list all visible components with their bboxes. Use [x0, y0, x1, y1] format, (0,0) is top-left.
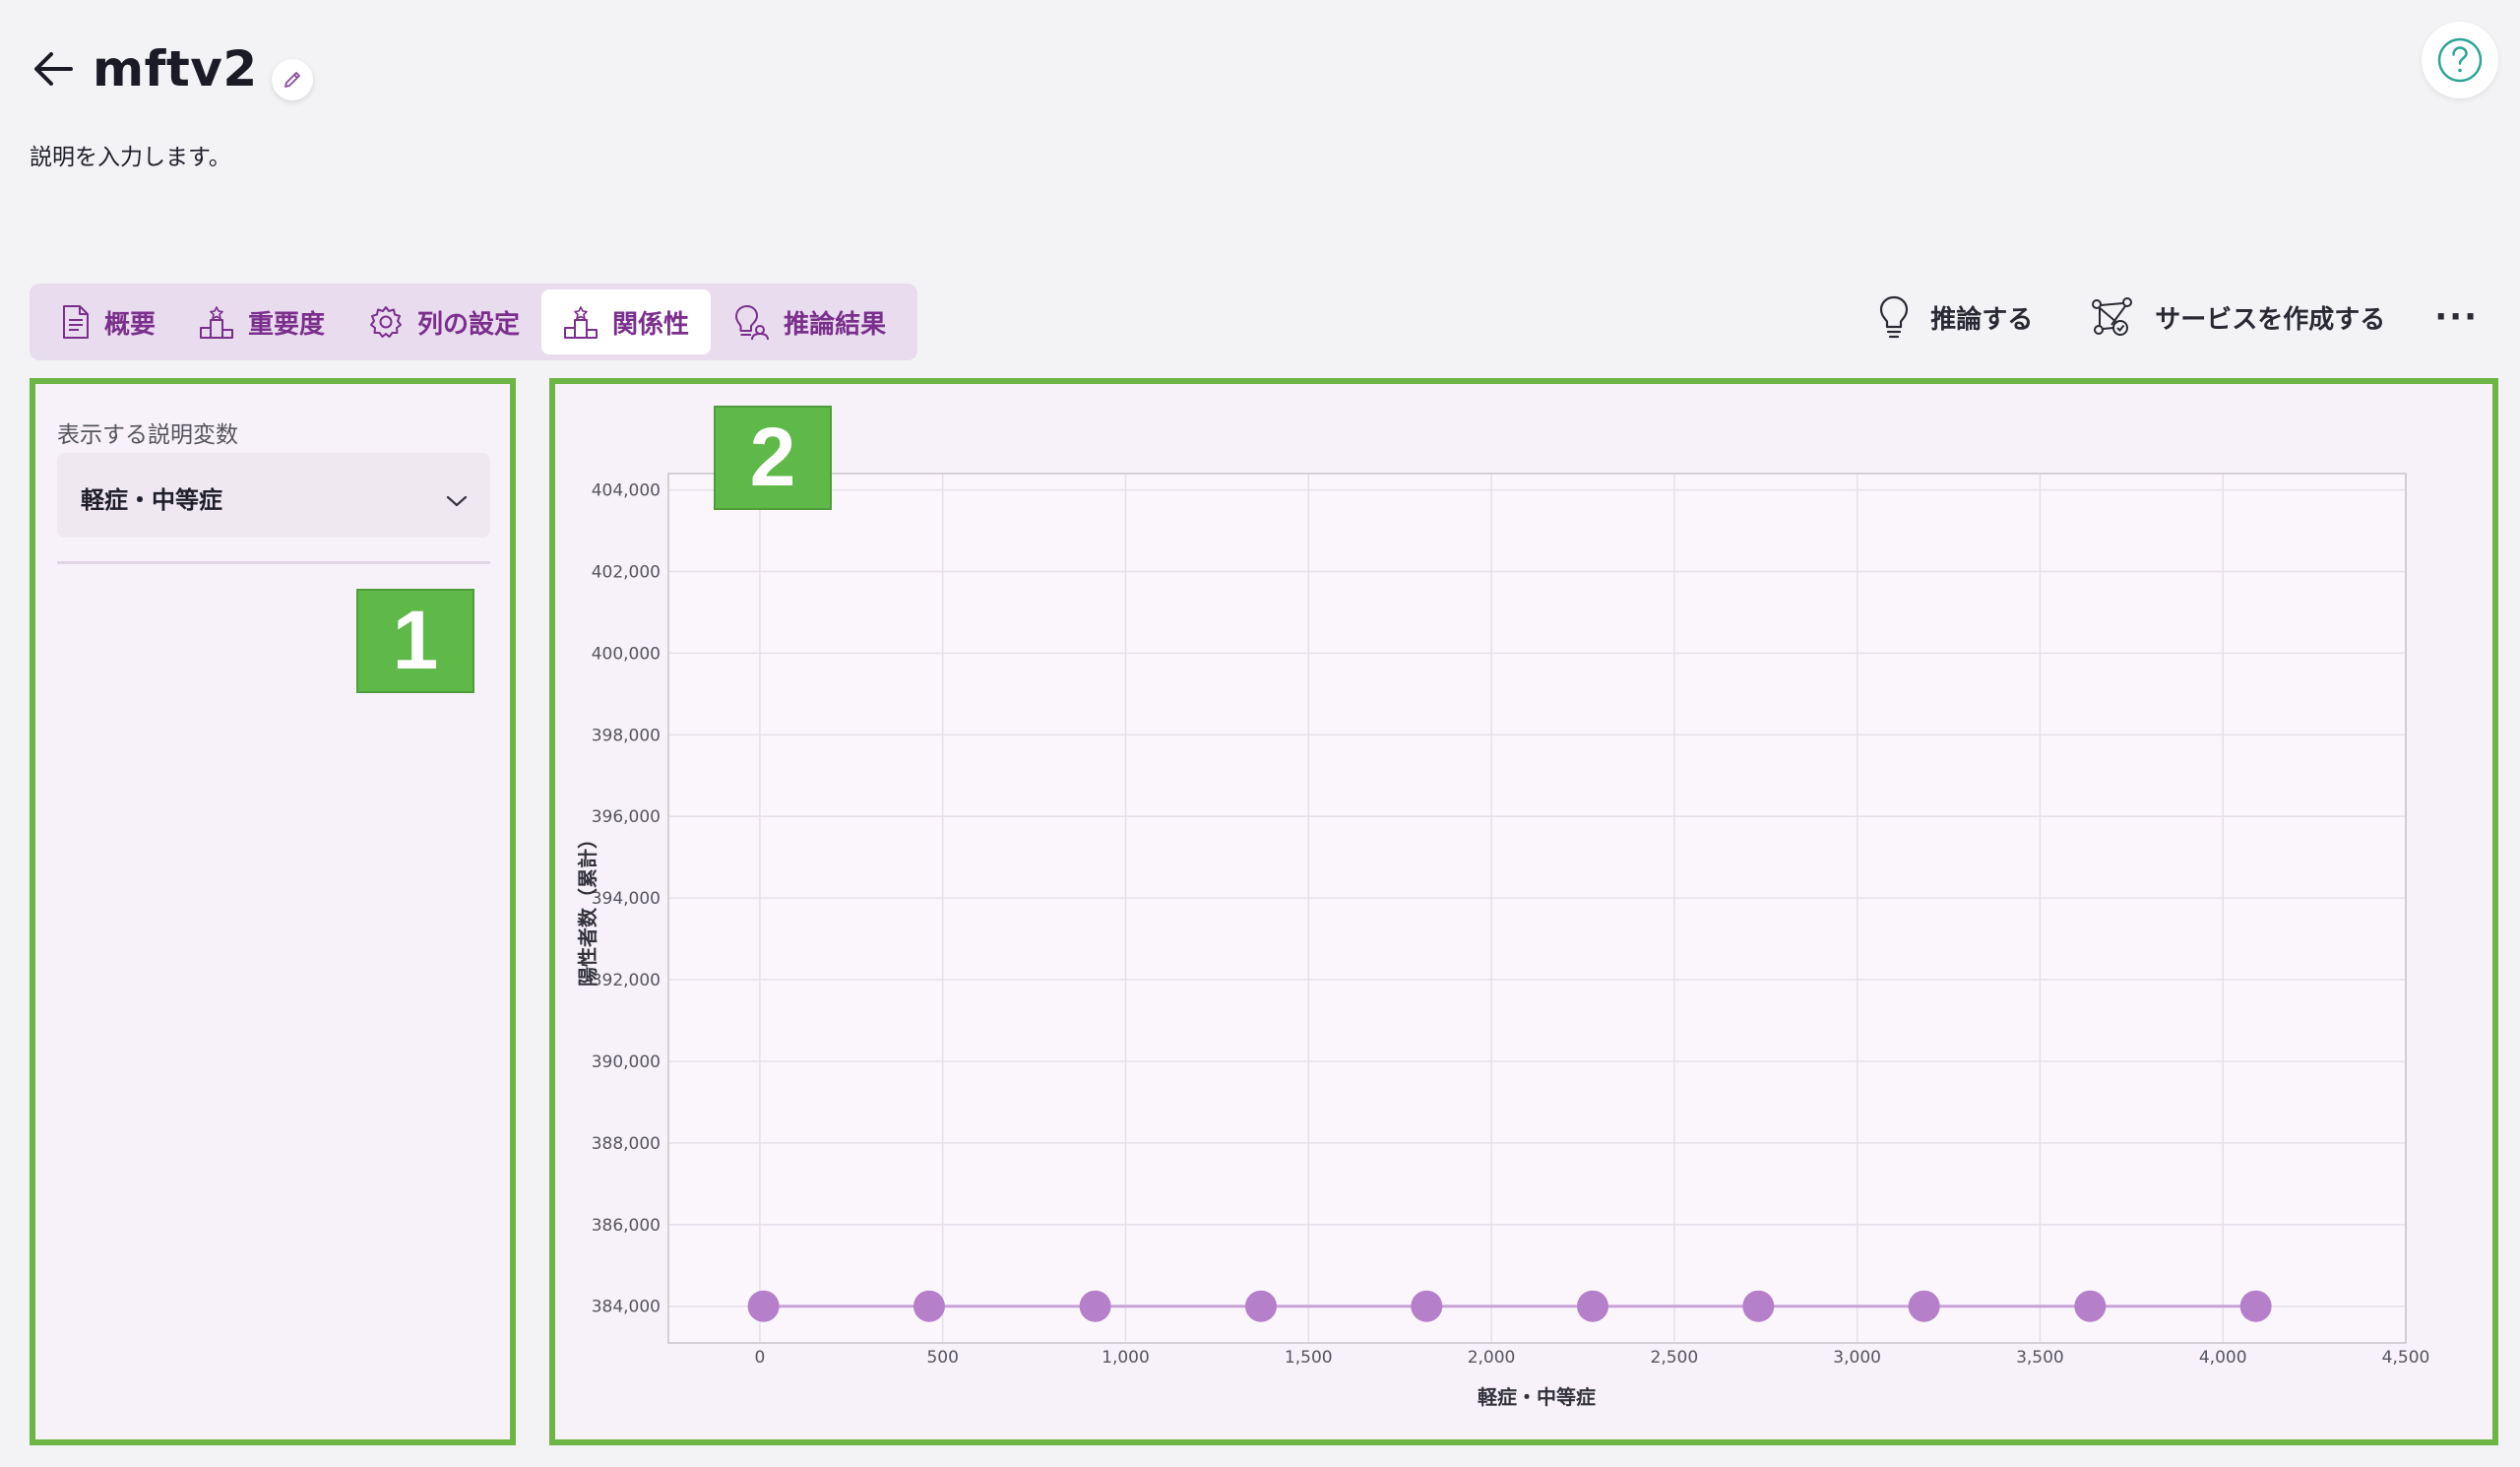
- infer-button[interactable]: 推論する: [1877, 294, 2033, 340]
- document-icon: [63, 305, 89, 339]
- selected-variable: 軽症・中等症: [81, 486, 222, 514]
- x-tick-label: 3,500: [2016, 1348, 2064, 1368]
- relationship-chart: 0 500 1,000 1,500 2,000 2,500 3,000 3,500 4,000 4…: [576, 473, 2430, 1409]
- y-tick-label: 390,000: [592, 1052, 661, 1072]
- y-tick-label: 398,000: [592, 726, 661, 745]
- y-tick-label: 396,000: [592, 807, 661, 827]
- variable-selector-panel: 表示する説明変数 軽症・中等症 1: [30, 378, 516, 1445]
- x-tick-label: 1,000: [1102, 1348, 1150, 1368]
- x-tick-label: 2,500: [1651, 1348, 1699, 1368]
- tab-importance[interactable]: 重要度: [177, 289, 346, 354]
- lightbulb-icon: [1880, 295, 1909, 339]
- y-tick-label: 400,000: [592, 644, 661, 664]
- y-tick-label: 402,000: [592, 562, 661, 582]
- infer-label: 推論する: [1930, 304, 2034, 335]
- tab-relationship[interactable]: 関係性: [541, 289, 712, 354]
- data-point[interactable]: [1742, 1290, 1775, 1322]
- x-tick-label: 4,000: [2199, 1348, 2247, 1368]
- x-axis-title: 軽症・中等症: [1478, 1385, 1596, 1409]
- network-service-icon: [2092, 297, 2133, 336]
- lightbulb-person-icon: [735, 305, 770, 341]
- back-button[interactable]: [26, 41, 81, 96]
- help-button[interactable]: [2422, 22, 2498, 98]
- y-tick-label: 392,000: [592, 971, 661, 990]
- panel-divider: [57, 561, 490, 564]
- data-point[interactable]: [747, 1290, 780, 1322]
- edit-title-button[interactable]: [271, 59, 313, 100]
- data-point[interactable]: [1576, 1290, 1608, 1322]
- pencil-icon: [284, 72, 300, 88]
- x-tick-label: 2,000: [1468, 1348, 1516, 1368]
- x-tick-label: 1,500: [1285, 1348, 1333, 1368]
- y-tick-label: 386,000: [592, 1216, 661, 1236]
- y-axis-title: 陽性者数（累計）: [576, 829, 599, 987]
- callout-marker-2: 2: [714, 406, 832, 510]
- page-title: mftv2: [93, 40, 258, 97]
- tab-bar: 概要 重要度 列の設定 関係性 推論結果: [30, 284, 918, 360]
- data-point[interactable]: [1411, 1290, 1443, 1322]
- data-point[interactable]: [1079, 1290, 1111, 1322]
- tab-column-settings[interactable]: 列の設定: [346, 289, 541, 354]
- x-tick-label: 3,000: [1833, 1348, 1881, 1368]
- create-service-label: サービスを作成する: [2155, 304, 2386, 335]
- variable-selector-label: 表示する説明変数: [57, 422, 238, 448]
- toolbar-actions: 推論する サービスを作成する ···: [1820, 286, 2479, 349]
- tab-label: 関係性: [612, 309, 690, 340]
- x-tick-label: 500: [926, 1348, 958, 1368]
- relationship-chart-panel: 0 500 1,000 1,500 2,000 2,500 3,000 3,500 4,000 4…: [549, 378, 2498, 1445]
- create-service-button[interactable]: サービスを作成する: [2090, 295, 2385, 339]
- y-tick-label: 384,000: [592, 1298, 661, 1317]
- tab-label: 列の設定: [417, 309, 521, 340]
- y-tick-label: 404,000: [592, 481, 661, 501]
- tab-label: 推論結果: [784, 309, 887, 340]
- plot-area: [668, 474, 2406, 1343]
- data-point[interactable]: [1244, 1290, 1277, 1322]
- tab-label: 重要度: [248, 309, 326, 340]
- chevron-down-icon: [446, 495, 468, 507]
- page-header: mftv2: [26, 37, 313, 100]
- data-point[interactable]: [2074, 1290, 2107, 1322]
- tab-inference-results[interactable]: 推論結果: [711, 289, 908, 354]
- question-circle-icon: [2437, 37, 2483, 83]
- x-tick-label: 4,500: [2382, 1348, 2430, 1368]
- y-tick-label: 388,000: [592, 1134, 661, 1154]
- podium-icon: [200, 306, 234, 339]
- data-point[interactable]: [2239, 1290, 2272, 1322]
- tab-label: 概要: [104, 309, 157, 340]
- gear-icon: [370, 306, 403, 338]
- callout-marker-1: 1: [356, 589, 474, 693]
- arrow-left-icon: [34, 52, 73, 86]
- x-tick-label: 0: [754, 1348, 765, 1368]
- page-description[interactable]: 説明を入力します。: [30, 138, 231, 171]
- podium-icon: [564, 306, 598, 339]
- tab-overview[interactable]: 概要: [39, 289, 177, 354]
- y-tick-label: 394,000: [592, 889, 661, 909]
- more-options-button[interactable]: ···: [2434, 297, 2479, 337]
- data-point[interactable]: [1908, 1290, 1940, 1322]
- data-point[interactable]: [913, 1290, 945, 1322]
- variable-select[interactable]: 軽症・中等症: [57, 453, 490, 538]
